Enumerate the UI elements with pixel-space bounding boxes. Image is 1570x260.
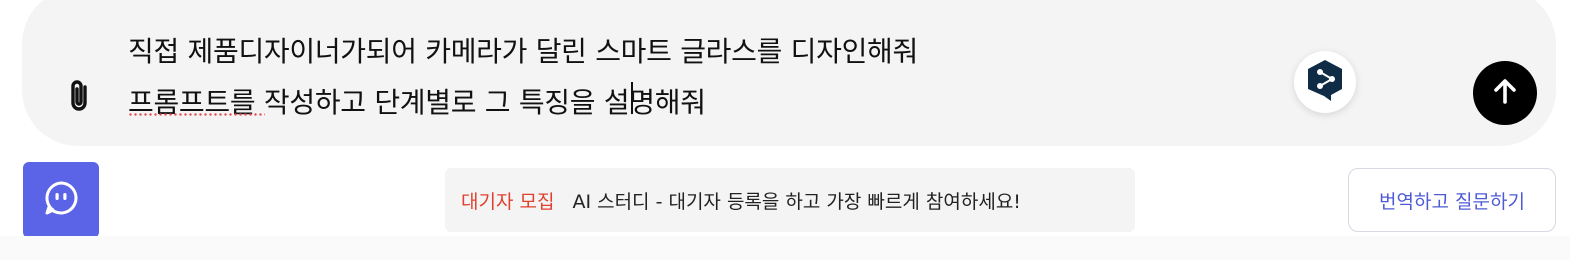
banner-text: AI 스터디 - 대기자 등록을 하고 가장 빠르게 참여하세요! [572, 190, 1021, 213]
banner-tag: 대기자 모집 [461, 190, 555, 213]
attach-file-button[interactable] [58, 76, 102, 120]
text-caret [631, 82, 633, 114]
chat-window: 직접 제품디자이너가되어 카메라가 달린 스마트 글라스를 디자인해줘 프롬프트… [0, 0, 1570, 260]
paperclip-icon [65, 78, 95, 118]
deepl-icon [1305, 58, 1345, 106]
spellcheck-underline [128, 113, 265, 116]
bottom-divider [0, 236, 1570, 260]
prompt-input[interactable]: 직접 제품디자이너가되어 카메라가 달린 스마트 글라스를 디자인해줘 프롬프트… [128, 26, 1248, 128]
assistant-face-icon [43, 180, 79, 220]
deepl-translate-button[interactable] [1294, 51, 1356, 113]
send-button[interactable] [1473, 61, 1537, 125]
waitlist-banner[interactable]: 대기자 모집 AI 스터디 - 대기자 등록을 하고 가장 빠르게 참여하세요! [445, 168, 1135, 232]
assistant-avatar-button[interactable] [23, 162, 99, 238]
arrow-up-icon [1489, 75, 1521, 111]
translate-and-ask-button[interactable]: 번역하고 질문하기 [1348, 168, 1556, 232]
